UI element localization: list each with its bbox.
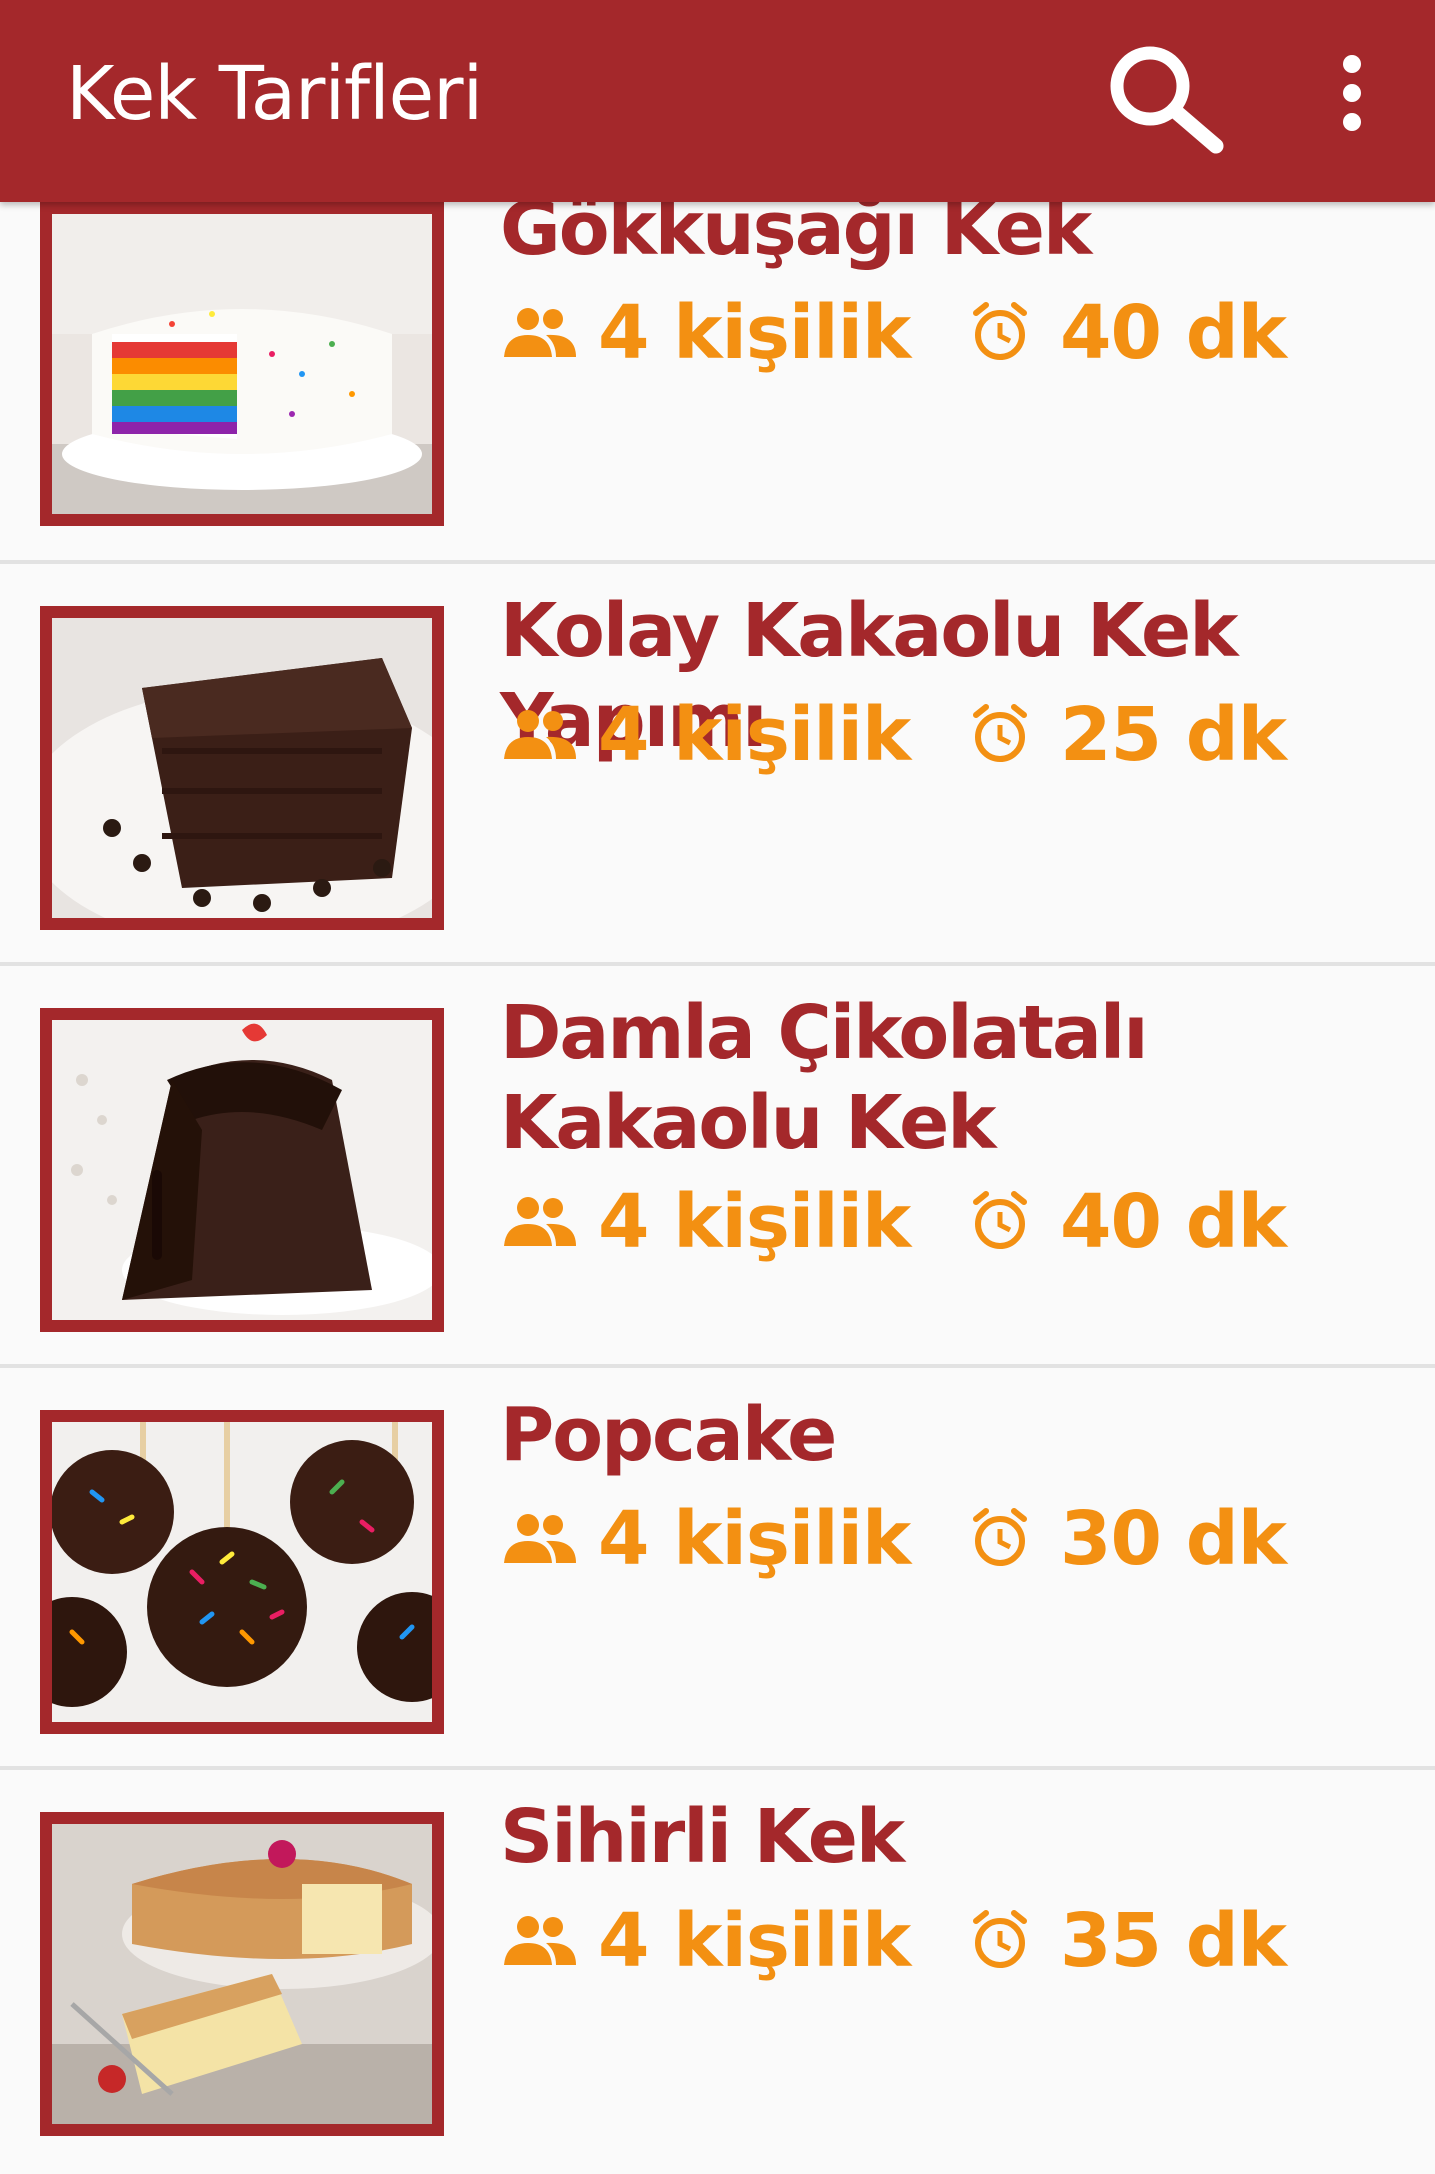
- people-icon: [504, 1197, 576, 1246]
- recipe-meta: 4 kişilik 40 dk: [500, 1176, 1400, 1268]
- rainbow-cake-image: [52, 214, 432, 514]
- recipe-title: Sihirli Kek: [500, 1794, 905, 1880]
- recipe-thumbnail: [40, 1410, 444, 1734]
- alarm-clock-icon: [973, 1508, 1027, 1566]
- servings-text: 4 kişilik: [598, 1898, 911, 1984]
- recipe-thumbnail: [40, 1008, 444, 1332]
- servings-text: 4 kişilik: [598, 692, 911, 778]
- recipe-item[interactable]: Gökkuşağı Kek 4 kişilik 40 dk: [0, 202, 1435, 564]
- recipe-meta: 4 kişilik 25 dk: [500, 689, 1400, 781]
- time-text: 35 dk: [1060, 1898, 1287, 1984]
- magic-sponge-cake-image: [52, 1824, 432, 2124]
- people-icon: [504, 1916, 576, 1965]
- cocoa-cake-image: [52, 618, 432, 918]
- people-icon: [504, 1514, 576, 1563]
- alarm-clock-icon: [973, 1910, 1027, 1968]
- search-button[interactable]: [1100, 36, 1230, 156]
- recipe-meta: 4 kişilik 30 dk: [500, 1493, 1400, 1585]
- recipe-title: Gökkuşağı Kek: [500, 202, 1092, 272]
- recipe-item[interactable]: Damla Çikolatalı Kakaolu Kek 4 kişilik 4…: [0, 966, 1435, 1368]
- recipe-title: Popcake: [500, 1392, 837, 1478]
- alarm-clock-icon: [973, 1191, 1027, 1249]
- time-text: 40 dk: [1060, 1179, 1287, 1265]
- more-vert-icon: [1343, 55, 1361, 131]
- recipe-meta: 4 kişilik 35 dk: [500, 1895, 1400, 1987]
- recipe-item[interactable]: Kolay Kakaolu Kek Yapımı 4 kişilik 25 dk: [0, 564, 1435, 966]
- recipe-title: Damla Çikolatalı Kakaolu Kek: [500, 990, 1149, 1166]
- alarm-clock-icon: [973, 704, 1027, 762]
- recipe-list[interactable]: Gökkuşağı Kek 4 kişilik 40 dk Kolay Kaka…: [0, 202, 1435, 2174]
- servings-text: 4 kişilik: [598, 1179, 911, 1265]
- chocolate-bundt-cake-image: [52, 1020, 432, 1320]
- overflow-menu-button[interactable]: [1310, 46, 1394, 146]
- app-title: Kek Tarifleri: [66, 51, 483, 137]
- recipe-thumbnail: [40, 606, 444, 930]
- recipe-thumbnail: [40, 202, 444, 526]
- time-text: 40 dk: [1060, 290, 1287, 376]
- recipe-item[interactable]: Sihirli Kek 4 kişilik 35 dk: [0, 1770, 1435, 2172]
- time-text: 30 dk: [1060, 1496, 1287, 1582]
- people-icon: [504, 710, 576, 759]
- alarm-clock-icon: [973, 302, 1027, 360]
- app-bar: Kek Tarifleri: [0, 0, 1435, 202]
- recipe-item[interactable]: Popcake 4 kişilik 30 dk: [0, 1368, 1435, 1770]
- people-icon: [504, 308, 576, 357]
- recipe-thumbnail: [40, 1812, 444, 2136]
- search-icon: [1110, 46, 1224, 154]
- servings-text: 4 kişilik: [598, 1496, 911, 1582]
- servings-text: 4 kişilik: [598, 290, 911, 376]
- time-text: 25 dk: [1060, 692, 1287, 778]
- cake-pops-image: [52, 1422, 432, 1722]
- recipe-meta: 4 kişilik 40 dk: [500, 287, 1400, 379]
